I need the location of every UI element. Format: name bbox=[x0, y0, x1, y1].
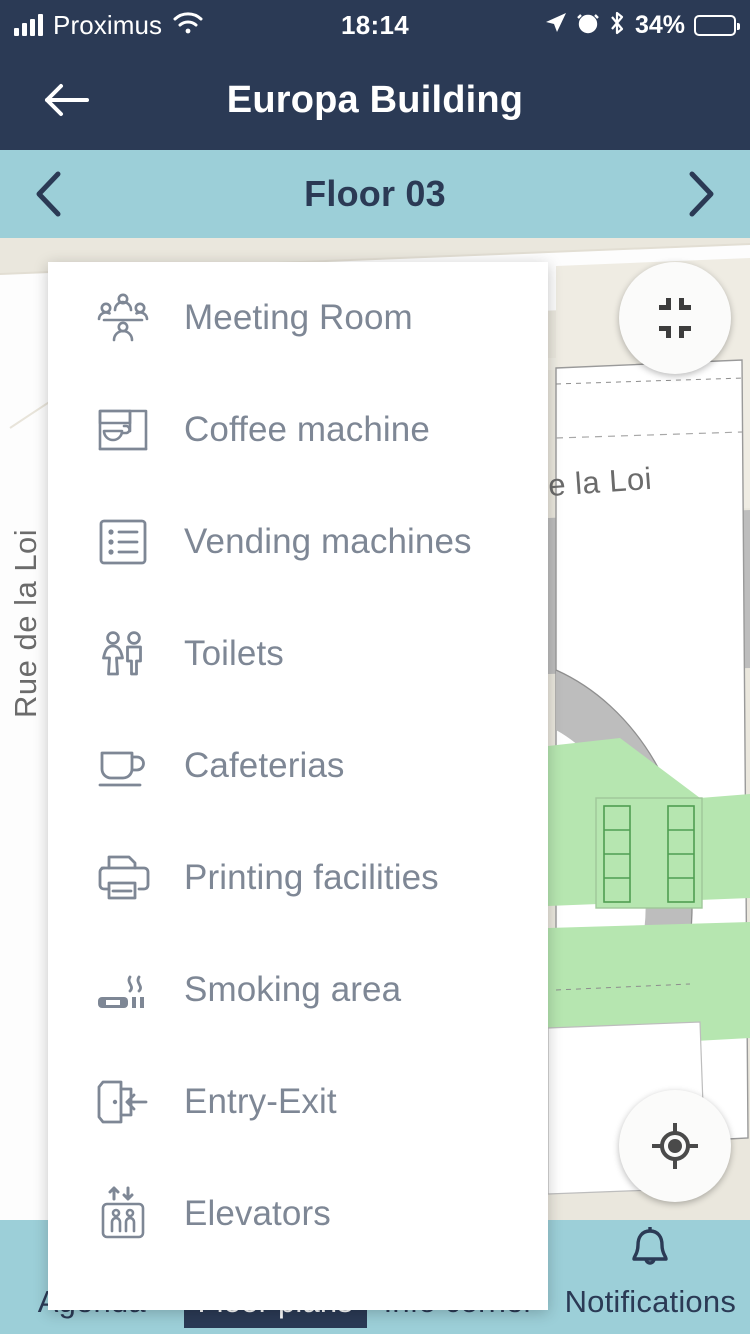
cafeteria-cup-icon bbox=[92, 735, 154, 797]
back-button[interactable] bbox=[30, 50, 104, 150]
cigarette-icon bbox=[92, 959, 154, 1021]
battery-percent-label: 34% bbox=[634, 10, 685, 39]
my-location-icon bbox=[652, 1123, 698, 1169]
clock-label: 18:14 bbox=[341, 9, 409, 40]
floor-selector: Floor 03 bbox=[0, 150, 750, 238]
menu-item-label: Elevators bbox=[184, 1194, 331, 1233]
menu-item-label: Cafeterias bbox=[184, 746, 345, 785]
location-arrow-icon bbox=[544, 11, 568, 40]
meeting-room-icon bbox=[92, 287, 154, 349]
menu-item-label: Entry-Exit bbox=[184, 1082, 337, 1121]
menu-item-label: Vending machines bbox=[184, 522, 472, 561]
menu-item-entry-exit[interactable]: Entry-Exit bbox=[48, 1046, 548, 1158]
status-bar-right: 34% bbox=[544, 0, 740, 50]
poi-filter-menu[interactable]: Meeting Room Coffee machine Vending mach… bbox=[48, 262, 548, 1310]
menu-item-vending-machines[interactable]: Vending machines bbox=[48, 486, 548, 598]
arrow-left-icon bbox=[45, 84, 89, 116]
floor-prev-button[interactable] bbox=[8, 150, 94, 238]
poi-menu-list: Meeting Room Coffee machine Vending mach… bbox=[48, 262, 548, 1270]
chevron-right-icon bbox=[689, 171, 714, 217]
printer-icon bbox=[92, 847, 154, 909]
phone-screen: Rue de la Loi Rue de la Loi A Go n bbox=[0, 0, 750, 1334]
my-location-button[interactable] bbox=[619, 1090, 731, 1202]
chevron-left-icon bbox=[36, 171, 61, 217]
menu-item-smoking-area[interactable]: Smoking area bbox=[48, 934, 548, 1046]
elevator-icon bbox=[92, 1183, 154, 1245]
menu-item-printing-facilities[interactable]: Printing facilities bbox=[48, 822, 548, 934]
alarm-clock-icon bbox=[577, 11, 599, 40]
menu-item-label: Toilets bbox=[184, 634, 284, 673]
tab-label: Notifications bbox=[564, 1284, 737, 1319]
menu-item-coffee-machine[interactable]: Coffee machine bbox=[48, 374, 548, 486]
toilets-icon bbox=[92, 623, 154, 685]
menu-item-label: Coffee machine bbox=[184, 410, 430, 449]
collapse-fullscreen-button[interactable] bbox=[619, 262, 731, 374]
menu-item-toilets[interactable]: Toilets bbox=[48, 598, 548, 710]
menu-item-meeting-room[interactable]: Meeting Room bbox=[48, 262, 548, 374]
status-bar: Proximus 18:14 34% bbox=[0, 0, 750, 50]
floor-label: Floor 03 bbox=[304, 173, 446, 214]
street-label-left: Rue de la Loi bbox=[8, 528, 43, 718]
app-header: Europa Building bbox=[0, 50, 750, 150]
menu-item-cafeterias[interactable]: Cafeterias bbox=[48, 710, 548, 822]
menu-item-label: Printing facilities bbox=[184, 858, 439, 897]
battery-icon bbox=[694, 14, 740, 36]
collapse-fullscreen-icon bbox=[659, 298, 691, 338]
bell-icon bbox=[625, 1220, 675, 1278]
menu-item-label: Smoking area bbox=[184, 970, 402, 1009]
door-exit-icon bbox=[92, 1071, 154, 1133]
bluetooth-icon bbox=[608, 10, 626, 41]
vending-machine-icon bbox=[92, 511, 154, 573]
tab-notifications[interactable]: Notifications bbox=[551, 1220, 750, 1334]
page-title: Europa Building bbox=[226, 78, 524, 121]
floor-next-button[interactable] bbox=[656, 150, 742, 238]
coffee-machine-icon bbox=[92, 399, 154, 461]
menu-item-elevators[interactable]: Elevators bbox=[48, 1158, 548, 1270]
menu-item-label: Meeting Room bbox=[184, 298, 413, 337]
